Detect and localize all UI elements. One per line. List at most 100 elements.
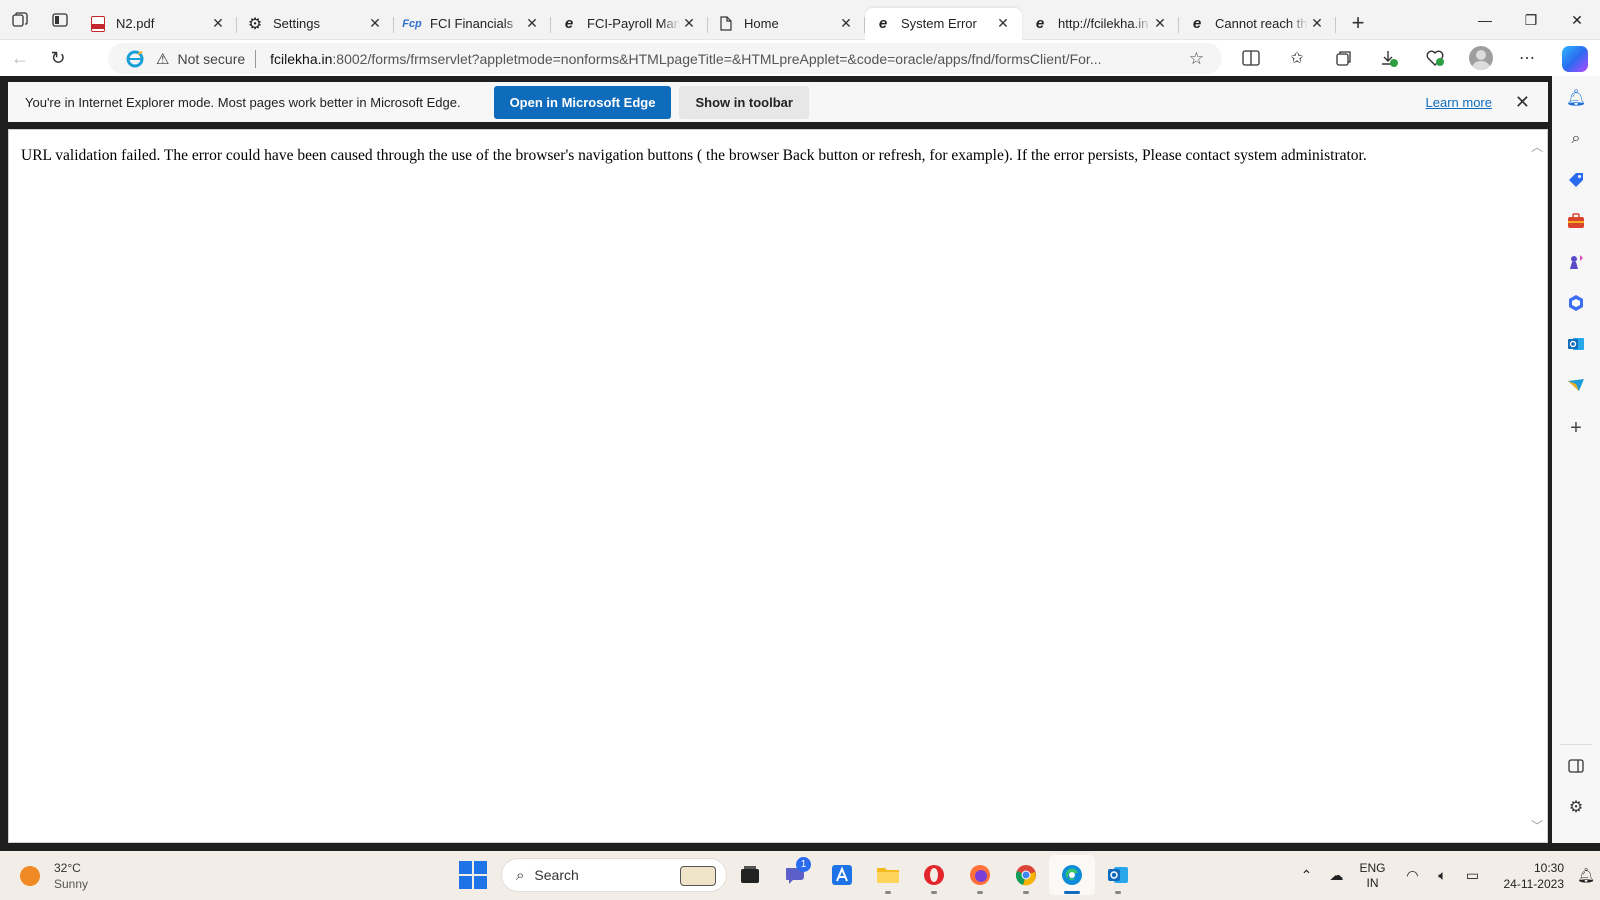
divider: [255, 49, 257, 68]
system-tray: ⌃ ☁ ENG IN ◠ 🔈︎ ▭ 10:30 24-11-2023 🔔︎: [1291, 851, 1600, 900]
notification-badge: 1: [796, 857, 811, 872]
weather-condition: Sunny: [54, 877, 89, 891]
close-icon[interactable]: ✕: [680, 15, 698, 32]
windows-start-icon[interactable]: [459, 861, 487, 889]
open-in-edge-button[interactable]: Open in Microsoft Edge: [493, 85, 672, 119]
windows-taskbar: 32°C Sunny ⌕ Search 1 ⌃ ☁ ENG IN ◠ 🔈︎ ▭ …: [0, 851, 1600, 900]
date: 24-11-2023: [1503, 876, 1565, 891]
chrome-icon[interactable]: [1003, 855, 1049, 895]
more-options-icon[interactable]: ⋯: [1504, 40, 1550, 76]
learn-more-link[interactable]: Learn more: [1426, 95, 1492, 110]
close-icon[interactable]: ✕: [1151, 15, 1169, 32]
collections-icon[interactable]: [1320, 40, 1366, 76]
tab-fci-financials[interactable]: Fcp FCI Financials ✕: [394, 8, 551, 40]
address-bar[interactable]: ⚠ Not secure fcilekha.in :8002/forms/frm…: [108, 43, 1222, 74]
tab-settings[interactable]: ⚙ Settings ✕: [237, 8, 394, 40]
tab-label: N2.pdf: [116, 16, 155, 31]
edge-icon[interactable]: [1049, 855, 1095, 895]
back-arrow-icon[interactable]: ←: [0, 40, 40, 76]
tab-label: System Error: [901, 16, 977, 31]
close-icon[interactable]: ✕: [994, 15, 1012, 32]
tab-fci-payroll[interactable]: e FCI-Payroll Management ✕: [551, 8, 708, 40]
search-highlight-icon: [680, 866, 716, 886]
file-explorer-icon[interactable]: [865, 855, 911, 895]
security-status[interactable]: Not secure: [177, 51, 245, 67]
chevron-up-icon[interactable]: ⌃: [1291, 867, 1321, 884]
tab-home[interactable]: Home ✕: [708, 8, 865, 40]
sun-icon: [20, 866, 40, 886]
ie-mode-infobar: You're in Internet Explorer mode. Most p…: [8, 82, 1548, 122]
workspaces-icon[interactable]: [0, 0, 40, 40]
tab-n2-pdf[interactable]: N2.pdf ✕: [80, 8, 237, 40]
tab-label: Home: [744, 16, 779, 31]
games-icon[interactable]: [1564, 250, 1588, 274]
wifi-icon[interactable]: ◠: [1398, 867, 1428, 884]
search-icon[interactable]: ⌕: [1564, 127, 1588, 151]
tab-label: FCI Financials: [430, 16, 514, 31]
copilot-icon[interactable]: [1562, 46, 1588, 72]
minimize-icon[interactable]: —: [1462, 0, 1508, 40]
close-icon[interactable]: ✕: [209, 15, 227, 32]
window-frame: [0, 843, 1600, 851]
tab-cannot-reach[interactable]: e Cannot reach this page ✕: [1179, 8, 1336, 40]
close-icon[interactable]: ✕: [1515, 92, 1530, 113]
hide-sidebar-icon[interactable]: [1564, 754, 1588, 778]
warning-icon: ⚠: [156, 50, 170, 68]
scroll-down-icon[interactable]: ﹀: [1531, 817, 1543, 834]
downloads-icon[interactable]: [1366, 40, 1412, 76]
notification-bell-icon[interactable]: 🔔︎: [1572, 867, 1600, 884]
ie-icon: e: [564, 15, 574, 32]
firefox-icon[interactable]: [957, 855, 1003, 895]
close-icon[interactable]: ✕: [366, 15, 384, 32]
url-path: :8002/forms/frmservlet?appletmode=nonfor…: [332, 50, 1102, 67]
microsoft-365-icon[interactable]: [1564, 291, 1588, 315]
task-view-icon[interactable]: [727, 855, 773, 895]
opera-icon[interactable]: [911, 855, 957, 895]
ie-icon: e: [1035, 15, 1045, 32]
restore-icon[interactable]: ❐: [1508, 0, 1554, 40]
volume-icon[interactable]: 🔈︎: [1428, 867, 1458, 884]
ie-mode-icon[interactable]: [126, 50, 144, 68]
battery-icon[interactable]: ▭: [1458, 867, 1488, 884]
tab-label: Cannot reach this page: [1215, 16, 1308, 31]
clock[interactable]: 10:30 24-11-2023: [1504, 860, 1565, 892]
taskbar-apps: ⌕ Search 1: [459, 855, 1141, 895]
navigation-toolbar: ← ↻ ⚠ Not secure fcilekha.in :8002/forms…: [0, 40, 1600, 76]
new-tab-button[interactable]: +: [1340, 7, 1376, 39]
tools-briefcase-icon[interactable]: [1564, 209, 1588, 233]
shopping-tag-icon[interactable]: [1564, 168, 1588, 192]
infobar-message: You're in Internet Explorer mode. Most p…: [25, 94, 461, 110]
split-screen-icon[interactable]: [1228, 40, 1274, 76]
profile-avatar[interactable]: [1458, 40, 1504, 76]
refresh-icon[interactable]: ↻: [38, 40, 78, 76]
url-host: fcilekha.in: [270, 50, 333, 67]
add-icon[interactable]: +: [1564, 416, 1588, 440]
window-close-icon[interactable]: ✕: [1554, 0, 1600, 40]
outlook-new-icon[interactable]: [1095, 855, 1141, 895]
teams-chat-icon[interactable]: 1: [773, 855, 819, 895]
taskbar-search[interactable]: ⌕ Search: [501, 858, 727, 892]
tab-label: FCI-Payroll Management: [587, 16, 680, 31]
azure-app-icon[interactable]: [819, 855, 865, 895]
tab-actions-icon[interactable]: [40, 0, 80, 40]
gear-icon: ⚙: [247, 15, 263, 33]
outlook-icon[interactable]: [1564, 332, 1588, 356]
settings-gear-icon[interactable]: ⚙: [1564, 795, 1588, 819]
time: 10:30: [1533, 860, 1564, 875]
scroll-up-icon[interactable]: ︿: [1531, 138, 1543, 155]
close-icon[interactable]: ✕: [837, 15, 855, 32]
tab-system-error[interactable]: e System Error ✕: [865, 7, 1022, 40]
send-icon[interactable]: [1564, 373, 1588, 397]
tab-fcilekha[interactable]: e http://fcilekha.in ✕: [1022, 8, 1179, 40]
show-in-toolbar-button[interactable]: Show in toolbar: [679, 85, 809, 119]
onedrive-icon[interactable]: ☁: [1321, 867, 1351, 884]
favorites-icon[interactable]: ✩: [1274, 40, 1320, 76]
weather-widget[interactable]: 32°C Sunny: [20, 860, 88, 892]
language-indicator[interactable]: ENG IN: [1359, 861, 1385, 891]
browser-essentials-icon[interactable]: [1412, 40, 1458, 76]
close-icon[interactable]: ✕: [1308, 15, 1326, 32]
ie-icon: e: [878, 15, 888, 32]
favorite-star-icon[interactable]: ☆: [1189, 49, 1204, 69]
notifications-bell-icon[interactable]: 🔔︎: [1564, 86, 1588, 110]
close-icon[interactable]: ✕: [523, 15, 541, 32]
